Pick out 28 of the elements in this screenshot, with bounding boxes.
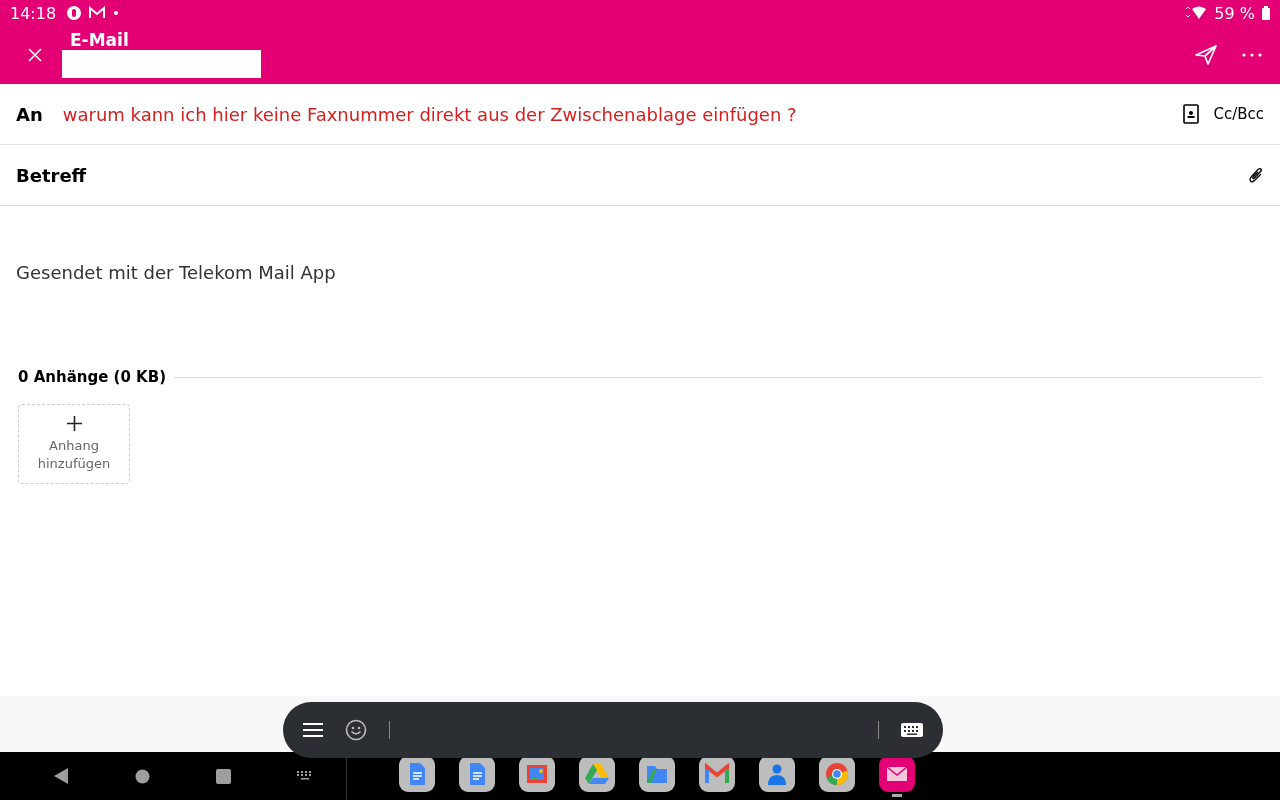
wifi-icon <box>1185 6 1208 20</box>
keyboard-switch-icon[interactable] <box>297 771 313 781</box>
window-title: E-Mail <box>70 30 130 50</box>
to-field[interactable]: warum kann ich hier keine Faxnummer direkt aus der Zwischenablage einfügen ? <box>62 103 797 125</box>
recents-icon[interactable] <box>216 768 231 784</box>
battery-percentage: 59 % <box>1214 3 1255 23</box>
notification-icon <box>67 6 82 20</box>
plus-icon <box>66 415 82 431</box>
paperclip-icon[interactable] <box>1248 166 1264 184</box>
add-attachment-button[interactable]: Anhang hinzufügen <box>18 404 130 484</box>
dot-icon <box>113 10 120 16</box>
menu-icon[interactable] <box>303 723 323 737</box>
close-icon <box>28 48 42 62</box>
clock: 14:18 <box>10 3 57 23</box>
keyboard-icon[interactable] <box>901 723 923 737</box>
signature-text: Gesendet mit der Telekom Mail App <box>16 262 337 283</box>
cc-bcc-button[interactable]: Cc/Bcc <box>1213 105 1264 123</box>
to-label: An <box>16 103 43 125</box>
contact-card-icon[interactable] <box>1183 104 1200 124</box>
subject-label: Betreff <box>16 164 87 186</box>
m-letter-icon <box>88 6 107 20</box>
paper-plane-icon <box>1194 44 1218 66</box>
smiley-icon[interactable] <box>345 719 367 741</box>
more-icon <box>1242 53 1262 57</box>
home-icon[interactable] <box>135 768 150 784</box>
back-icon[interactable] <box>53 768 69 784</box>
attachments-heading: 0 Anhänge (0 KB) <box>18 368 166 386</box>
battery-icon <box>1262 6 1270 20</box>
